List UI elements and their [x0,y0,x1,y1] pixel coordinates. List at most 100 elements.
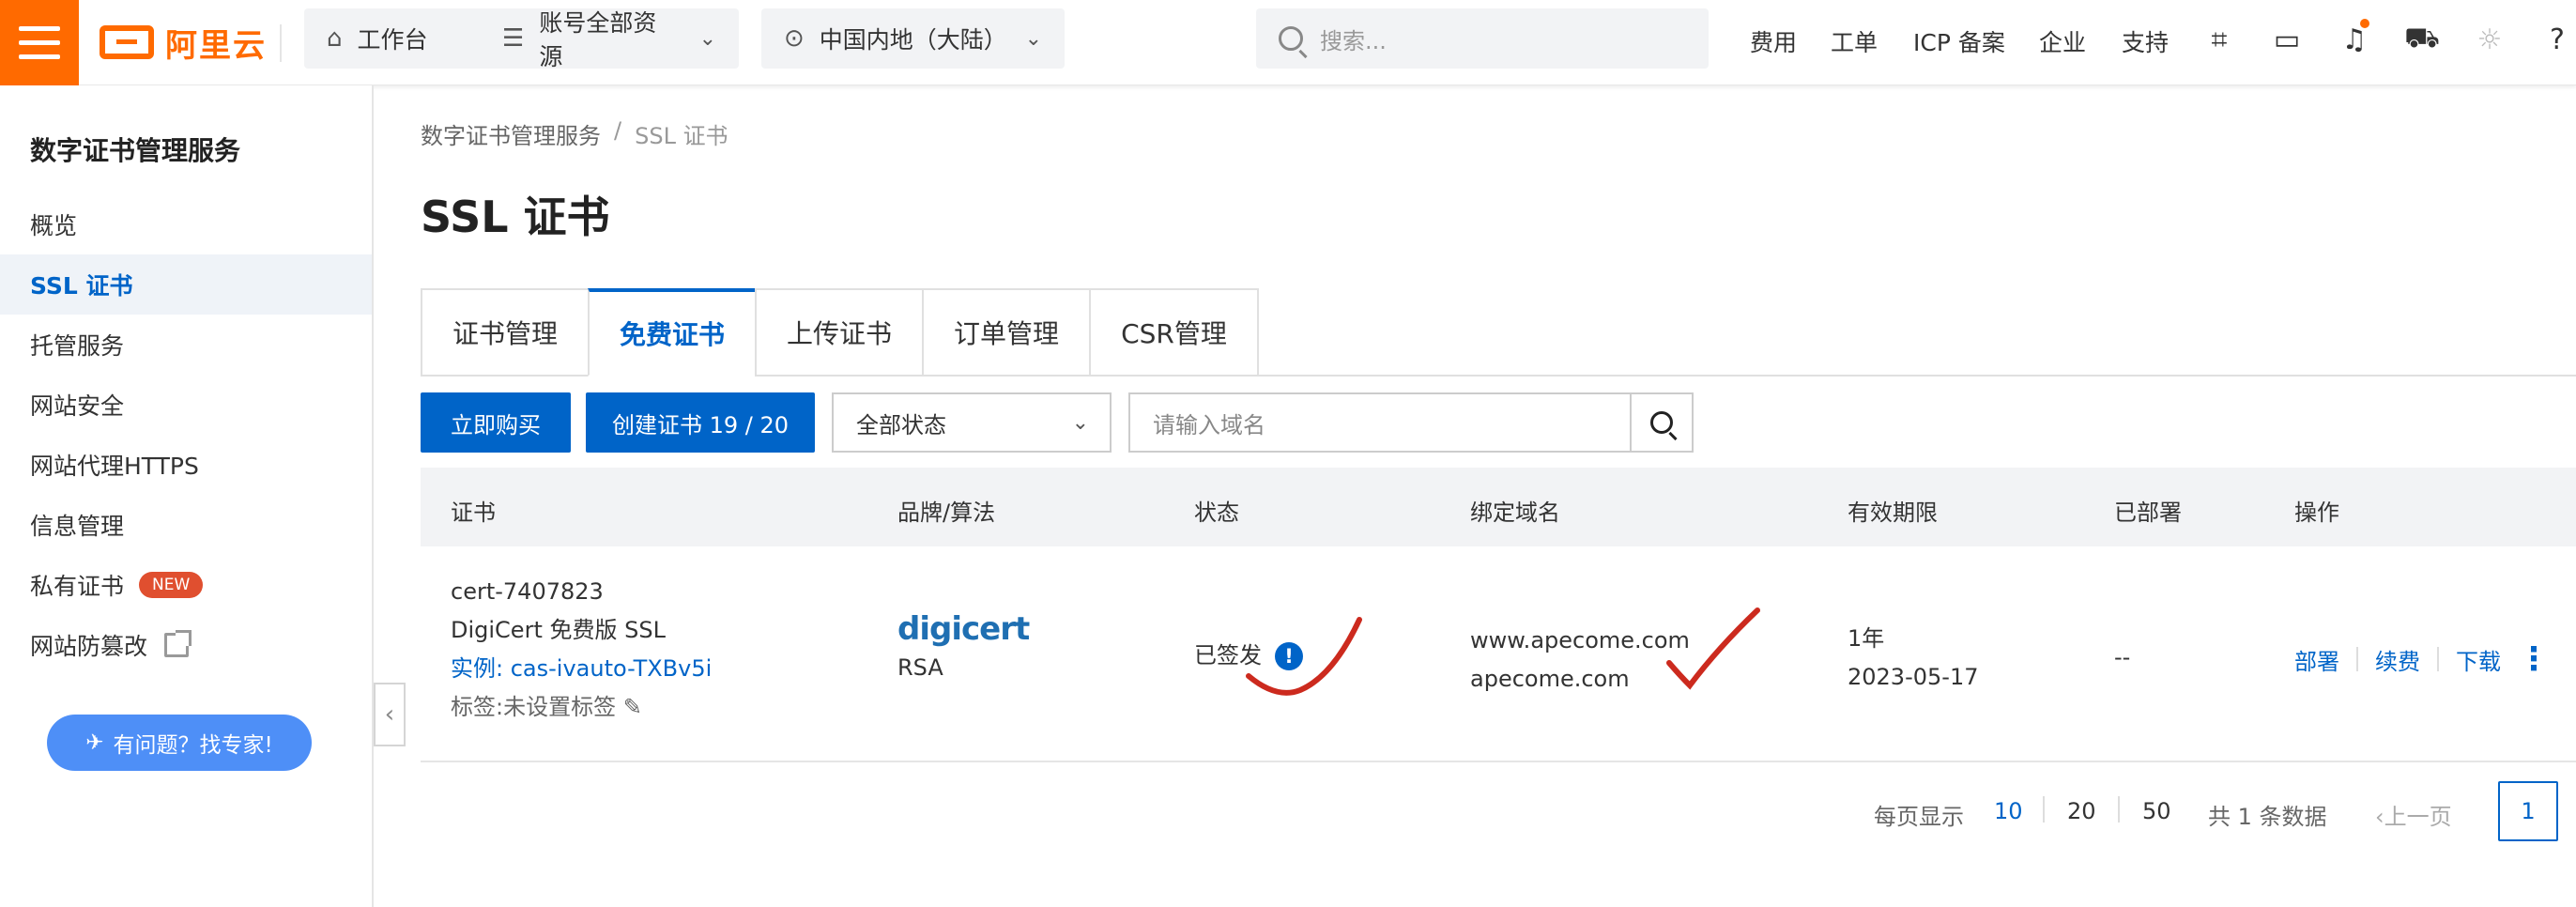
menu-line [19,26,60,31]
notification-bell-icon[interactable]: ♫ [2336,19,2373,58]
info-icon[interactable]: ! [1275,642,1303,670]
help-icon[interactable]: ? [2538,21,2576,58]
notification-dot [2360,19,2369,28]
aliyun-logo[interactable]: 阿里云 [100,19,267,66]
nav-icp[interactable]: ICP 备案 [1913,24,2005,58]
ask-expert-button[interactable]: ✈ 有问题？找专家! [47,715,312,771]
page-size-20[interactable]: 20 [2067,798,2096,824]
pager-divider [2043,796,2045,822]
breadcrumb-current: SSL 证书 [635,123,728,149]
domain-search-button[interactable] [1630,392,1694,453]
th-status: 状态 [1194,500,1239,526]
tab-free-cert[interactable]: 免费证书 [588,288,756,377]
app-root: 阿里云 ⌂ 工作台 ☰ 账号全部资源 ⌄ ⊙ 中国内地（大陆） ⌄ 搜索... … [0,0,2576,907]
domain-cell: www.apecome.com apecome.com [1470,622,1690,699]
sidebar-item-label: 私有证书 [30,573,125,600]
sidebar-item-label: 网站代理HTTPS [30,453,199,480]
workbench-button[interactable]: ⌂ 工作台 [304,8,501,69]
cart-icon[interactable]: ⛟ [2403,21,2441,58]
global-search-input[interactable]: 搜索... [1256,8,1709,69]
page-1-button[interactable]: 1 [2498,781,2558,841]
domain-primary: www.apecome.com [1470,627,1690,653]
th-domain: 绑定域名 [1470,500,1560,526]
renew-link[interactable]: 续费 [2375,643,2420,676]
sidebar-item-managed[interactable]: 托管服务 [0,315,372,375]
table-header: 证书 品牌/算法 状态 绑定域名 有效期限 已部署 操作 [421,468,2576,546]
pager-divider [2118,796,2120,822]
sidebar-title: 数字证书管理服务 [30,135,241,166]
tab-bar: 证书管理 免费证书 上传证书 订单管理 CSR管理 [421,288,1259,377]
sidebar-item-site-security[interactable]: 网站安全 [0,375,372,435]
tab-cert-manage[interactable]: 证书管理 [421,288,589,377]
create-cert-button[interactable]: 创建证书 19 / 20 [586,392,815,453]
sidebar-item-ssl[interactable]: SSL 证书 [0,254,372,315]
prev-page-button[interactable]: ‹上一页 [2375,798,2452,831]
resources-label: 账号全部资源 [539,9,657,70]
chevron-left-icon: ‹ [2375,804,2384,830]
term-label: 1年 [1848,625,1885,652]
logo-text: 阿里云 [165,26,267,65]
status-label: 已签发 [1194,642,1262,669]
sidebar-item-private-cert[interactable]: 私有证书 NEW [0,555,372,615]
th-cert: 证书 [451,500,496,526]
ask-expert-label: 有问题？找专家! [113,733,273,758]
menu-line [19,54,60,59]
chevron-down-icon: ⌄ [1024,26,1042,51]
sidebar-item-label: 网站防篡改 [30,633,148,660]
expiry-date: 2023-05-17 [1848,664,1979,690]
download-link[interactable]: 下载 [2456,643,2501,676]
code-app-icon[interactable]: ⌗ [2200,21,2238,58]
hamburger-menu-button[interactable] [0,0,79,85]
sidebar-item-label: SSL 证书 [30,272,133,300]
th-actions: 操作 [2294,500,2339,526]
status-select-value: 全部状态 [856,411,946,438]
resources-dropdown[interactable]: ☰ 账号全部资源 ⌄ [480,8,739,70]
tab-csr-manage[interactable]: CSR管理 [1089,288,1259,377]
lightbulb-icon[interactable]: ☼ [2471,21,2508,58]
breadcrumb-root[interactable]: 数字证书管理服务 [421,117,601,150]
status-select[interactable]: 全部状态 ⌄ [832,392,1112,453]
collapse-sidebar-button[interactable]: ‹ [374,683,406,746]
search-placeholder: 搜索... [1320,27,1387,54]
page-size-50[interactable]: 50 [2142,798,2171,824]
deploy-link[interactable]: 部署 [2294,643,2339,676]
table-row: cert-7407823 DigiCert 免费版 SSL 实例: cas-iv… [421,546,2576,762]
menu-line [19,40,60,45]
search-icon [1279,26,1303,51]
total-count: 共 1 条数据 [2208,804,2327,830]
external-link-icon [164,630,192,657]
instance-link[interactable]: 实例: cas-ivauto-TXBv5i [451,650,712,688]
chevron-down-icon: ⌄ [1071,411,1089,435]
chevron-down-icon: ⌄ [698,26,716,51]
search-icon [1650,411,1673,434]
prev-page-label: 上一页 [2384,804,2452,830]
deployed-cell: -- [2114,644,2131,670]
tab-order-manage[interactable]: 订单管理 [922,288,1090,377]
tab-upload-cert[interactable]: 上传证书 [755,288,923,377]
page-title: SSL 证书 [421,192,610,242]
tag-label: 标签:未设置标签 [451,694,617,720]
aliyun-logo-icon [100,25,154,59]
tag-edit[interactable]: 标签:未设置标签 ✎ [451,688,712,727]
location-pin-icon: ⊙ [784,24,805,53]
nav-ticket[interactable]: 工单 [1831,24,1878,58]
edit-pencil-icon[interactable]: ✎ [623,694,642,720]
breadcrumb: 数字证书管理服务 / SSL 证书 [421,117,728,150]
nav-enterprise[interactable]: 企业 [2039,24,2086,58]
region-dropdown[interactable]: ⊙ 中国内地（大陆） ⌄ [761,8,1065,69]
sidebar-item-https-proxy[interactable]: 网站代理HTTPS [0,435,372,495]
terminal-icon[interactable]: ▭ [2268,21,2306,58]
domain-search-input[interactable]: 请输入域名 [1128,392,1632,453]
buy-now-button[interactable]: 立即购买 [421,392,571,453]
sidebar-item-tamper[interactable]: 网站防篡改 [0,615,372,675]
brand-cell: digicert RSA [897,610,1030,687]
action-divider [2356,647,2358,671]
sidebar-item-overview[interactable]: 概览 [0,194,372,254]
nav-support[interactable]: 支持 [2122,24,2169,58]
page-size-10[interactable]: 10 [1994,798,2023,824]
per-page-label: 每页显示 [1874,804,1964,830]
nav-billing[interactable]: 费用 [1750,24,1797,58]
workbench-label: 工作台 [357,26,428,54]
sidebar-item-info[interactable]: 信息管理 [0,495,372,555]
more-vertical-icon[interactable]: ⋮ [2518,640,2550,678]
